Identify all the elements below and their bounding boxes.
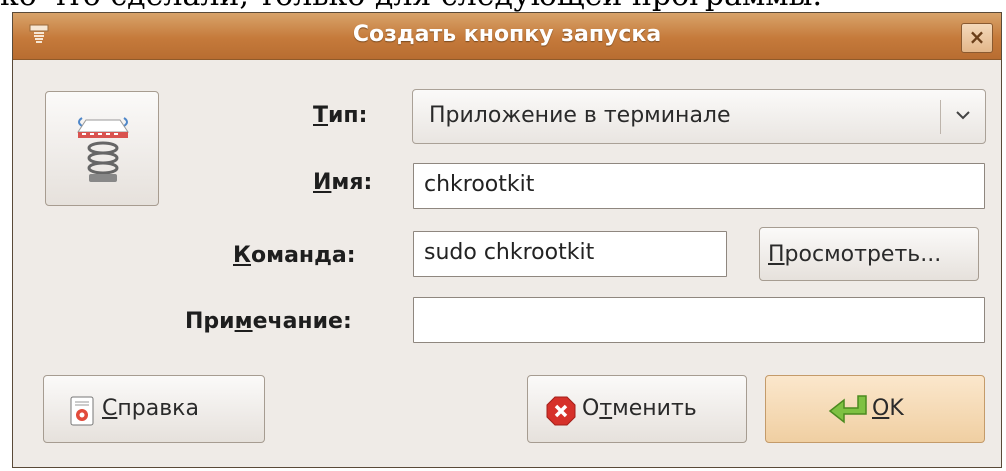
enter-arrow-icon (828, 395, 867, 424)
help-icon (70, 396, 94, 426)
browse-label: Просмотреть... (768, 242, 942, 267)
type-select-value: Приложение в терминале (429, 103, 731, 128)
command-field[interactable] (413, 231, 727, 277)
comment-label: Примечание: (185, 309, 352, 334)
browse-button[interactable]: Просмотреть... (759, 227, 979, 281)
close-button[interactable]: × (961, 23, 993, 53)
name-input[interactable] (422, 171, 939, 198)
title-bar: Создать кнопку запуска × (13, 13, 1001, 60)
name-field[interactable] (413, 163, 985, 209)
command-input[interactable] (422, 239, 707, 266)
spring-launcher-icon (77, 117, 129, 182)
launcher-icon-button[interactable] (45, 91, 159, 206)
type-label: Тип: (313, 103, 368, 128)
comment-field[interactable] (413, 297, 985, 343)
comment-input[interactable] (422, 305, 939, 332)
cancel-label: Отменить (582, 396, 697, 421)
window-title: Создать кнопку запуска (352, 22, 662, 47)
name-label: Имя: (313, 170, 373, 195)
cancel-button[interactable]: Отменить (527, 375, 747, 443)
cancel-icon (546, 396, 576, 426)
combo-separator (940, 100, 941, 134)
command-label: Команда: (233, 243, 356, 268)
help-button[interactable]: Справка (43, 375, 265, 443)
help-label: Справка (102, 396, 199, 421)
ok-label: OK (872, 396, 904, 421)
create-launcher-dialog: Создать кнопку запуска × Тип: Приложение… (12, 12, 1002, 468)
ok-button[interactable]: OK (765, 375, 985, 443)
chevron-down-icon (956, 111, 970, 120)
type-select[interactable]: Приложение в терминале (412, 89, 986, 144)
close-icon: × (968, 25, 986, 49)
